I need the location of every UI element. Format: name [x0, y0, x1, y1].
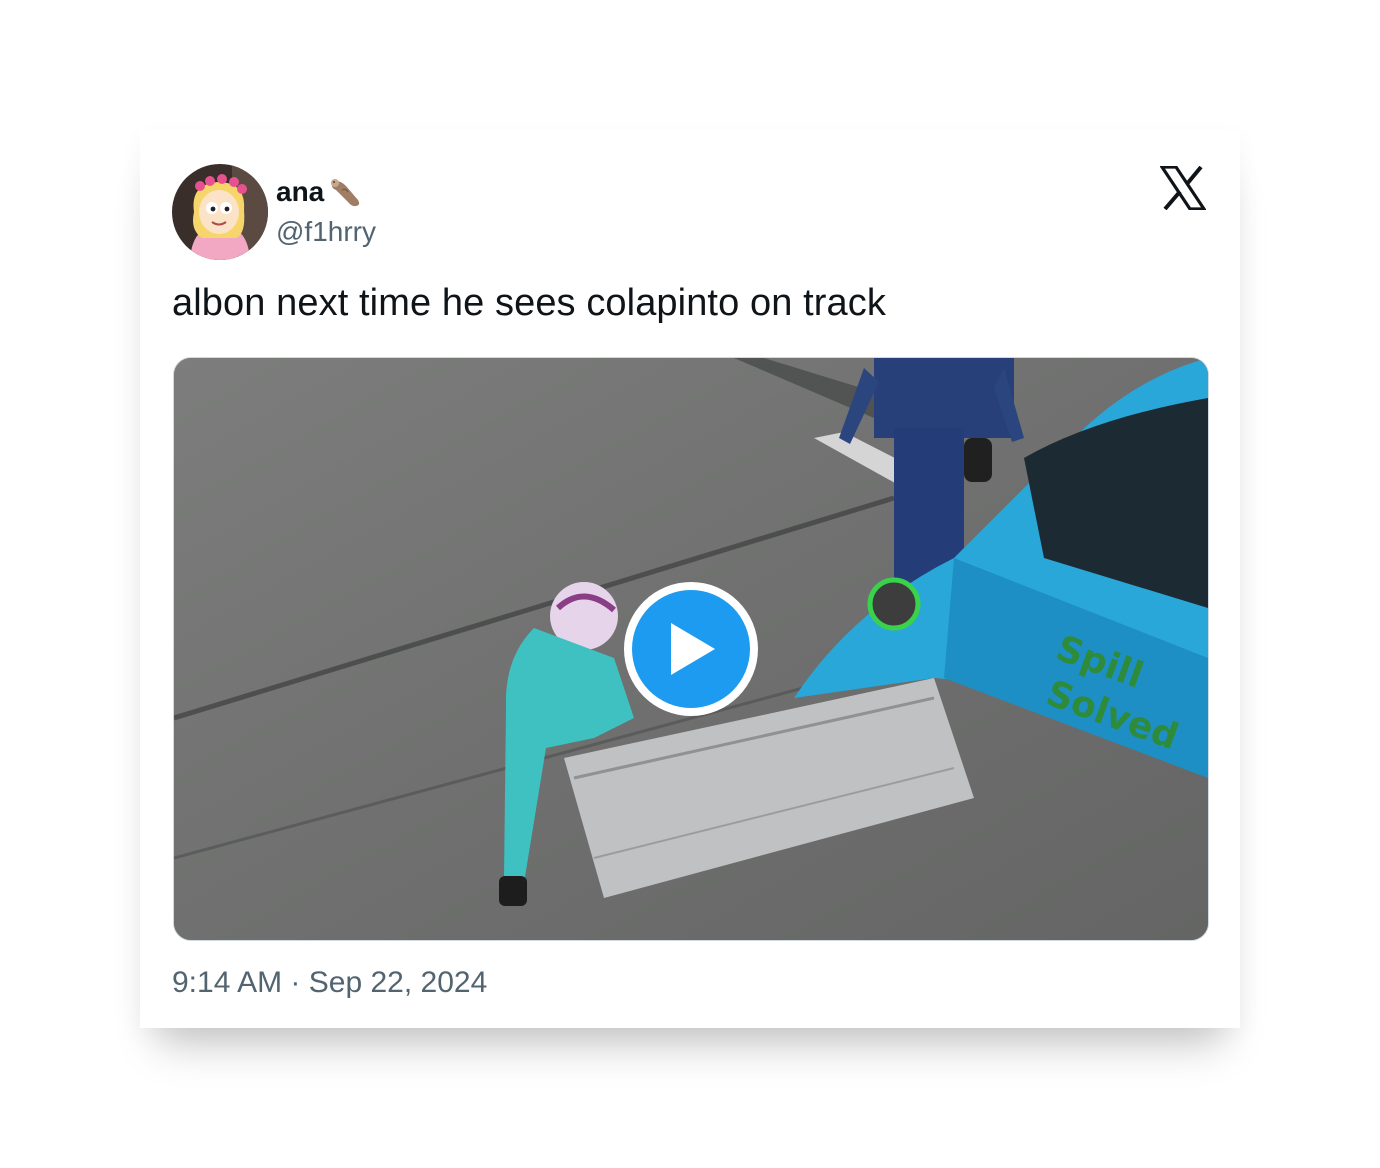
timestamp-separator: ·: [290, 966, 301, 999]
video-player[interactable]: Spill Solved: [173, 357, 1209, 941]
user-handle[interactable]: @f1hrry: [276, 216, 376, 248]
x-logo-icon[interactable]: [1159, 165, 1207, 211]
tweet-card: ana @f1hrry albon next time he sees cola…: [140, 130, 1240, 1028]
play-icon: [632, 590, 750, 708]
tweet-time: 9:14 AM: [172, 966, 283, 999]
avatar[interactable]: [172, 164, 268, 260]
display-name[interactable]: ana: [276, 174, 364, 210]
otter-emoji-icon: [328, 174, 364, 210]
play-button[interactable]: [624, 582, 758, 716]
display-name-text: ana: [276, 176, 325, 207]
tweet-text: albon next time he sees colapinto on tra…: [172, 282, 886, 324]
tweet-date: Sep 22, 2024: [308, 966, 488, 999]
timestamp[interactable]: 9:14 AM · Sep 22, 2024: [172, 966, 487, 1000]
